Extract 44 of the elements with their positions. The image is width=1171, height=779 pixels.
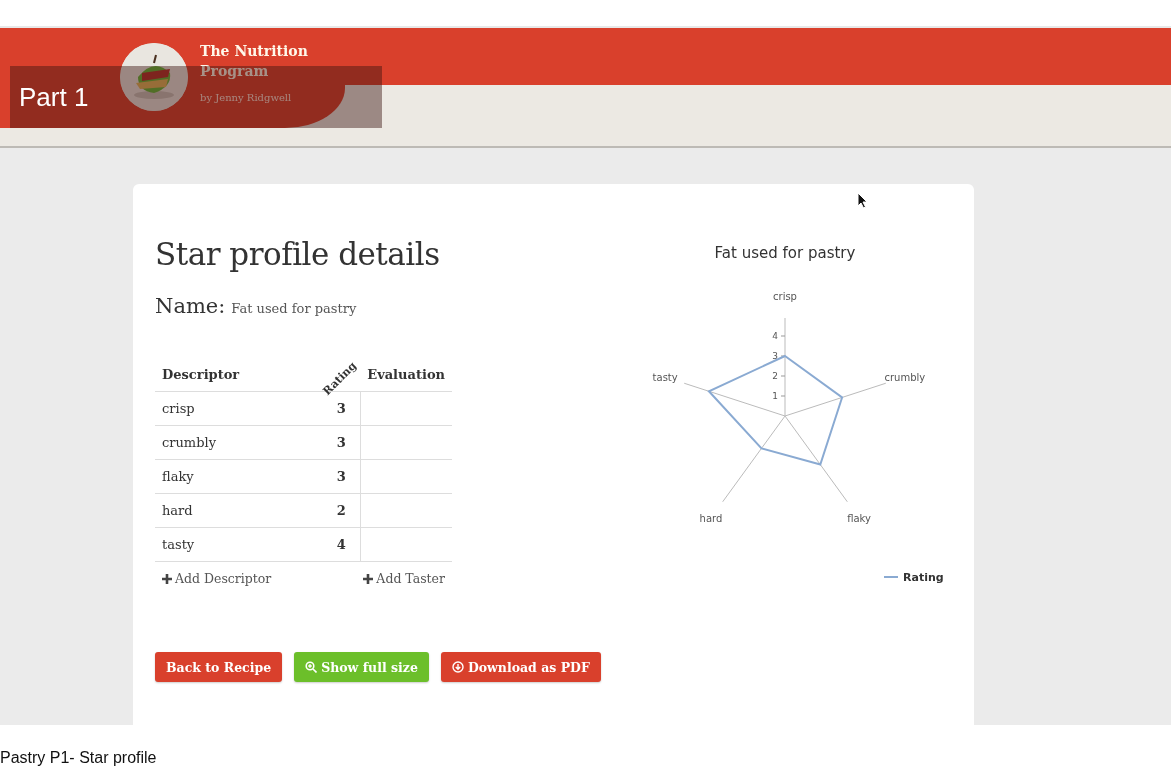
tick-label: 3: [772, 351, 778, 361]
axis-label: flaky: [847, 512, 871, 524]
axis-label: crisp: [773, 291, 797, 302]
tick-mark: [780, 335, 786, 337]
add-link[interactable]: Add Descriptor: [162, 571, 272, 586]
tick-mark: [780, 395, 786, 397]
mouse-cursor-icon: [857, 192, 868, 209]
show-full-size-button[interactable]: Show full size: [294, 652, 429, 682]
download-pdf-button[interactable]: Download as PDF: [440, 652, 601, 682]
rating-cell: 2: [318, 493, 361, 528]
tick-mark: [780, 355, 786, 357]
axis-label: hard: [699, 512, 723, 524]
column-header: Descriptor: [155, 346, 319, 392]
plus-icon: [363, 573, 374, 584]
descriptor-cell: crumbly: [155, 425, 319, 460]
axis-label: crumbly: [884, 372, 926, 384]
page-heading: Star profile details: [155, 236, 440, 272]
legend-item[interactable]: Rating: [883, 571, 944, 584]
column-header: Evaluation: [360, 346, 452, 392]
zoom-in-icon: [305, 661, 318, 673]
add-link[interactable]: Add Taster: [363, 571, 445, 586]
descriptor-cell: crisp: [155, 391, 319, 426]
site-title[interactable]: The Nutrition Program: [200, 41, 322, 81]
tick-label: 2: [772, 371, 778, 381]
site-byline: by Jenny Ridgwell: [200, 92, 292, 103]
video-caption: Pastry P1- Star profile: [0, 749, 157, 767]
rating-cell: 4: [318, 527, 361, 562]
name-label: Name:: [155, 294, 226, 318]
chart-title: Fat used for pastry: [714, 244, 856, 262]
back-to-recipe-button[interactable]: Back to Recipe: [155, 652, 283, 682]
axis-label: tasty: [652, 372, 678, 384]
rating-cell: 3: [318, 459, 361, 494]
plus-icon: [162, 573, 172, 584]
tick-label: 4: [772, 331, 778, 341]
descriptor-cell: tasty: [155, 527, 319, 562]
descriptor-cell: flaky: [155, 459, 319, 494]
rating-cell: 3: [318, 425, 361, 460]
name-value: Fat used for pastry: [231, 301, 357, 316]
tick-mark: [780, 375, 786, 377]
chapter-label: Part 1: [19, 81, 89, 113]
tick-label: 1: [772, 391, 778, 401]
descriptor-cell: hard: [155, 493, 319, 528]
apple-logo-icon: [120, 43, 188, 111]
download-icon: [451, 661, 464, 673]
